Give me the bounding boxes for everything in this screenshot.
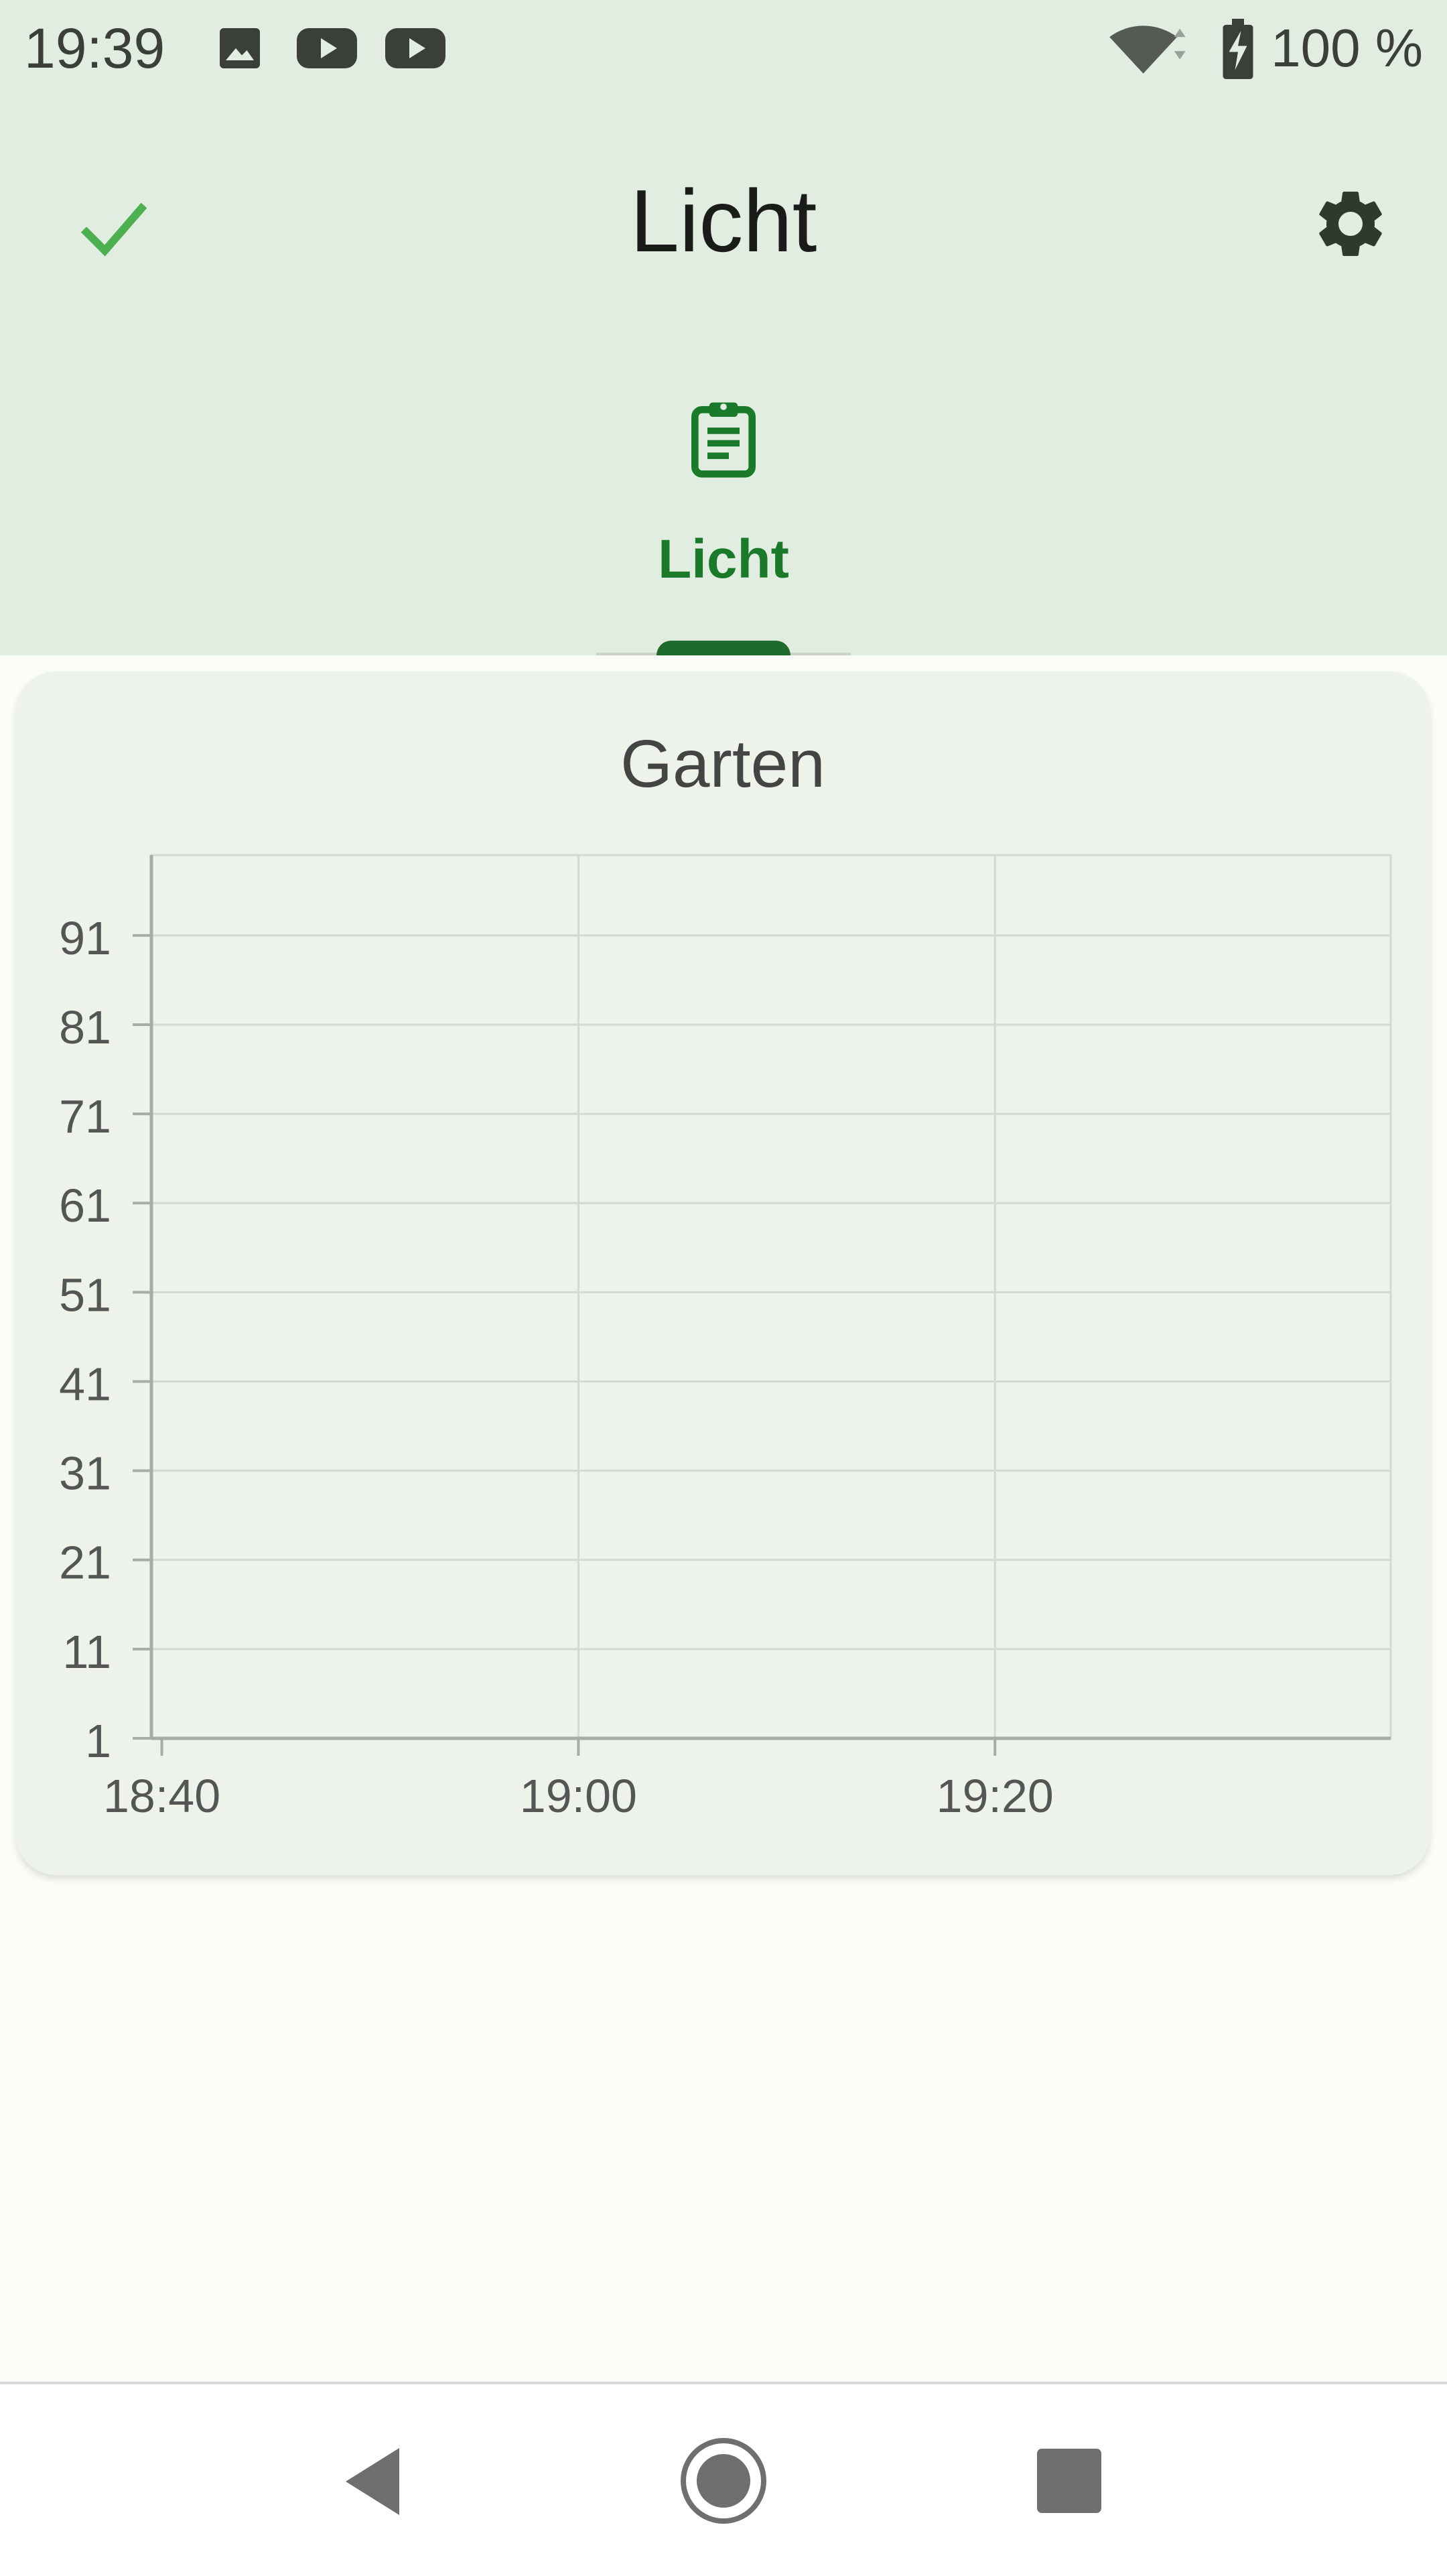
light-chart: 111213141516171819118:40 19:00 19:20: [59, 854, 1392, 1822]
y-tick-label: 81: [59, 1001, 111, 1053]
wifi-icon: [1109, 25, 1186, 74]
battery-charging-icon: [1223, 19, 1253, 79]
battery-percent: 100 %: [1271, 18, 1423, 78]
y-tick-label: 51: [59, 1269, 111, 1321]
x-tick-label: 19:00: [520, 1770, 637, 1822]
plot-frame: [150, 854, 1392, 1740]
chart-card: Garten 1 11 21 31 41 51 61 71 81 91 18:40 19:00 19:2…: [16, 671, 1430, 1875]
youtube-icon: [297, 28, 357, 68]
recents-icon[interactable]: [1037, 2449, 1101, 2513]
y-tick-label: 31: [59, 1447, 111, 1500]
y-tick-label: 71: [59, 1090, 111, 1143]
y-tick-label: 11: [62, 1626, 111, 1678]
youtube-icon: [385, 28, 445, 68]
y-tick-label: 21: [59, 1537, 111, 1589]
app-header: 19:39 100 % Licht Licht: [0, 0, 1447, 655]
gear-icon: [1319, 192, 1382, 256]
x-tick-label: 19:20: [937, 1770, 1054, 1822]
x-tick-label: 18:40: [103, 1770, 220, 1822]
back-icon[interactable]: [339, 2445, 406, 2518]
home-icon[interactable]: [678, 2435, 769, 2526]
y-tick-label: 61: [59, 1179, 111, 1232]
settings-button[interactable]: [1297, 170, 1404, 277]
image-icon: [220, 28, 260, 68]
page-title: Licht: [630, 172, 817, 270]
clipboard-icon: [691, 402, 756, 478]
y-tick-label: 1: [85, 1715, 111, 1767]
system-nav-bar: [0, 2382, 1447, 2576]
tab-indicator: [657, 641, 790, 655]
status-time: 19:39: [24, 17, 165, 80]
y-tick-label: 91: [59, 912, 111, 964]
tab-licht[interactable]: Licht: [596, 375, 851, 655]
y-tick-label: 41: [59, 1358, 111, 1410]
tab-label: Licht: [658, 529, 789, 590]
